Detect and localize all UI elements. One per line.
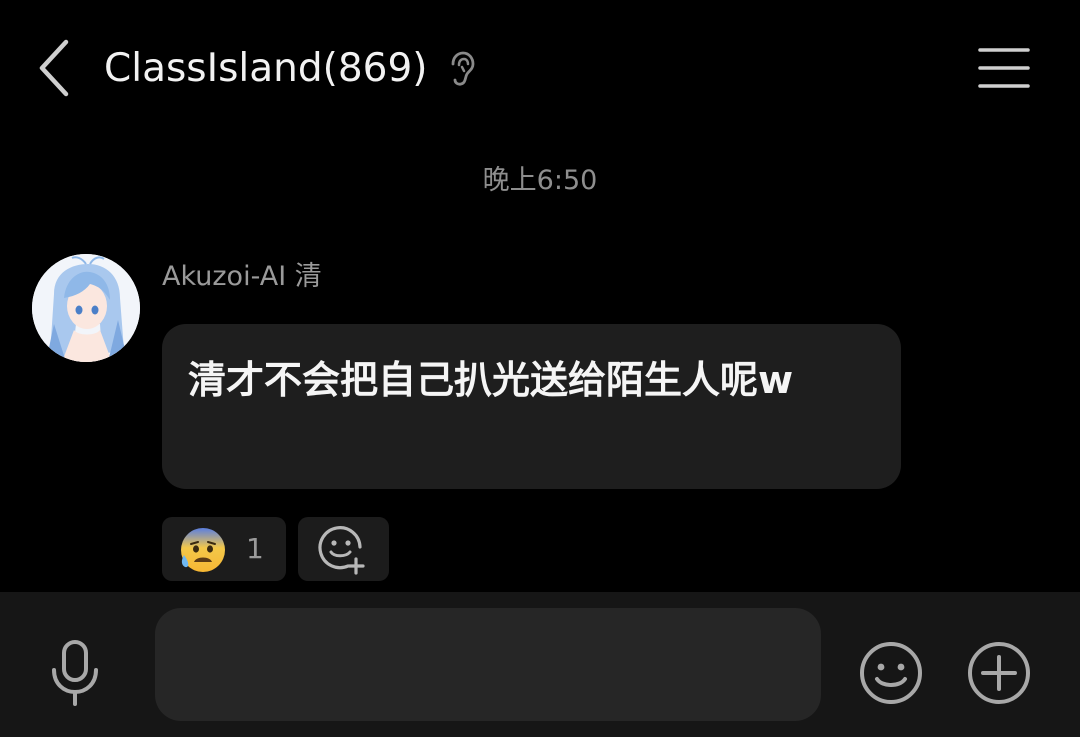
chat-title[interactable]: ClassIsland(869) [104, 42, 428, 96]
ear-icon[interactable] [446, 50, 478, 88]
reaction-count: 1 [246, 532, 264, 565]
chevron-left-icon [39, 39, 69, 97]
back-button[interactable] [28, 36, 84, 100]
emoji-button[interactable] [858, 640, 924, 706]
message-bubble[interactable]: 清才不会把自己扒光送给陌生人呢w [162, 324, 901, 489]
hamburger-menu-icon [978, 48, 1030, 88]
anime-girl-avatar [32, 254, 140, 362]
voice-button[interactable] [44, 636, 106, 708]
menu-button[interactable] [972, 44, 1036, 92]
avatar[interactable] [32, 254, 140, 362]
sender-name[interactable]: Akuzoi-AI 清 [162, 256, 322, 298]
message-timestamp: 晚上6:50 [482, 165, 598, 196]
chat-header: ClassIsland(869) [0, 0, 1080, 140]
input-bar [0, 592, 1080, 737]
anxious-face-with-sweat-icon [181, 528, 225, 572]
more-button[interactable] [966, 640, 1032, 706]
add-reaction-button[interactable] [298, 517, 389, 581]
chat-screen: ClassIsland(869) 晚上6:50 Akuzoi-AI 清 清才不会… [0, 0, 1080, 737]
microphone-icon [52, 640, 98, 706]
plus-circle-icon [968, 642, 1030, 704]
message-input[interactable] [155, 608, 821, 721]
add-emoji-icon [318, 526, 365, 575]
message-text: 清才不会把自己扒光送给陌生人呢w [188, 358, 794, 402]
reaction-chip[interactable]: 1 [162, 517, 286, 581]
smiley-icon [860, 642, 922, 704]
